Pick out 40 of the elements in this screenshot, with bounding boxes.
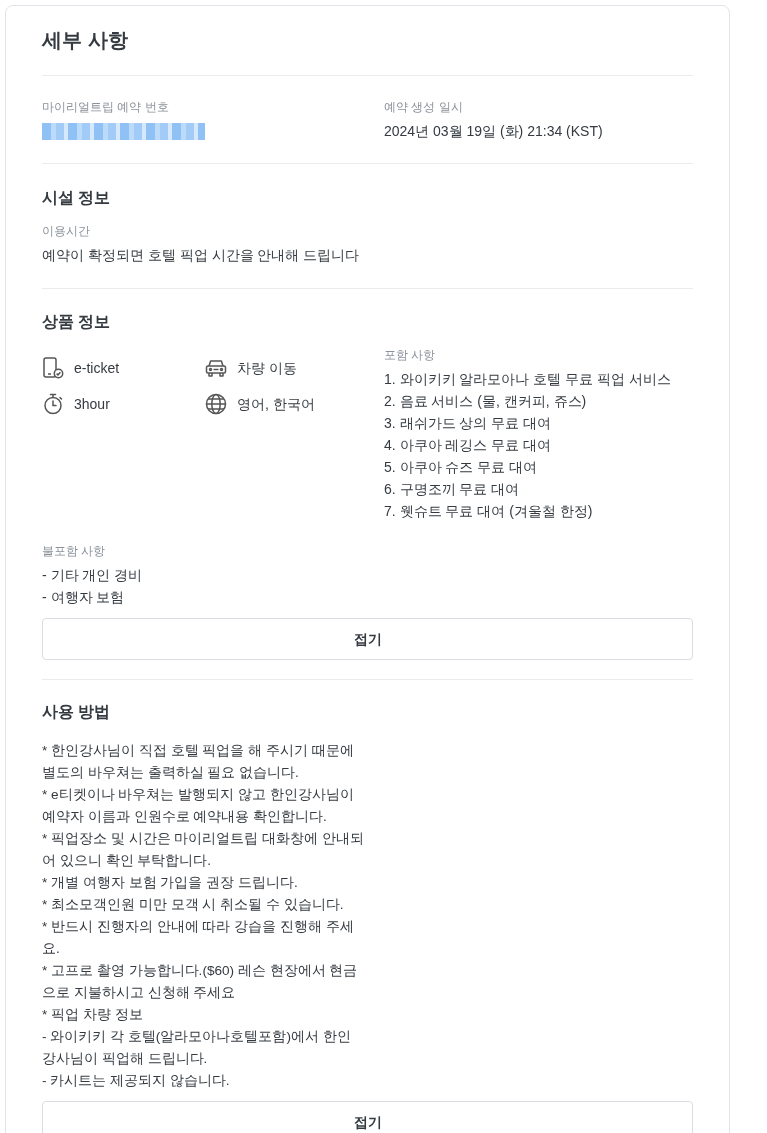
usage-time-value: 예약이 확정되면 호텔 픽업 시간을 안내해 드립니다	[42, 246, 361, 265]
section-heading: 사용 방법	[42, 702, 112, 722]
product-feature: 차량 이동	[237, 359, 297, 378]
usage-note: * 픽업장소 및 시간은 마이리얼트립 대화창에 안내되어 있으니 확인 부탁합니다.	[42, 830, 364, 870]
phone-check-icon	[42, 357, 64, 379]
included-item: 4. 아쿠아 레깅스 무료 대여	[384, 436, 553, 455]
usage-note: - 카시트는 제공되지 않습니다.	[42, 1072, 231, 1090]
product-feature: e-ticket	[74, 359, 120, 378]
usage-note: * 픽업 차량 정보	[42, 1006, 144, 1024]
usage-note: * e티켓이나 바우쳐는 발행되지 않고 한인강사님이 예약자 이름과 인원수로 예약내용 확인합니다.	[42, 786, 355, 826]
car-icon	[205, 357, 227, 379]
usage-note: * 고프로 촬영 가능합니다.($60) 레슨 현장에서 현금으로 지불하시고 신청해 주세요	[42, 962, 359, 1002]
usage-note: * 한인강사님이 직접 호텔 픽업을 해 주시기 때문에 별도의 바우쳐는 출력하실 필요 없습니다.	[42, 742, 355, 782]
collapse-button[interactable]: 접기	[42, 1101, 693, 1133]
booking-number-label: 마이리얼트립 예약 번호	[42, 99, 170, 116]
included-item: 7. 웻슈트 무료 대여 (겨울철 한정)	[384, 502, 594, 521]
created-date-value: 2024년 03월 19일 (화) 21:34 (KST)	[384, 122, 604, 141]
collapse-button[interactable]: 접기	[42, 618, 693, 660]
usage-note: * 최소모객인원 미만 모객 시 취소될 수 있습니다.	[42, 896, 345, 914]
globe-icon	[205, 393, 227, 415]
included-label: 포함 사항	[384, 347, 437, 364]
created-date-label: 예약 생성 일시	[384, 99, 464, 116]
product-feature: 영어, 한국어	[237, 395, 315, 414]
excluded-label: 불포함 사항	[42, 543, 107, 560]
usage-note: * 개별 여행자 보험 가입을 권장 드립니다.	[42, 874, 299, 892]
included-item: 3. 래쉬가드 상의 무료 대여	[384, 414, 553, 433]
section-heading: 상품 정보	[42, 312, 112, 332]
product-feature: 3hour	[74, 395, 110, 414]
details-title: 세부 사항	[42, 28, 129, 53]
excluded-item: - 기타 개인 경비	[42, 566, 144, 585]
included-item: 2. 음료 서비스 (물, 캔커피, 쥬스)	[384, 392, 588, 411]
excluded-item: - 여행자 보험	[42, 588, 126, 607]
usage-note: * 반드시 진행자의 안내에 따라 강습을 진행해 주세요.	[42, 918, 355, 958]
stopwatch-icon	[42, 393, 64, 415]
included-item: 5. 아쿠아 슈즈 무료 대여	[384, 458, 539, 477]
usage-time-label: 이용시간	[42, 223, 91, 240]
included-item: 1. 와이키키 알라모아나 호텔 무료 픽업 서비스	[384, 370, 672, 389]
usage-note: - 와이키키 각 호텔(알라모아나호텔포함)에서 한인 강사님이 픽업해 드립니다.	[42, 1028, 352, 1068]
included-item: 6. 구명조끼 무료 대여	[384, 480, 521, 499]
section-heading: 시설 정보	[42, 188, 112, 208]
